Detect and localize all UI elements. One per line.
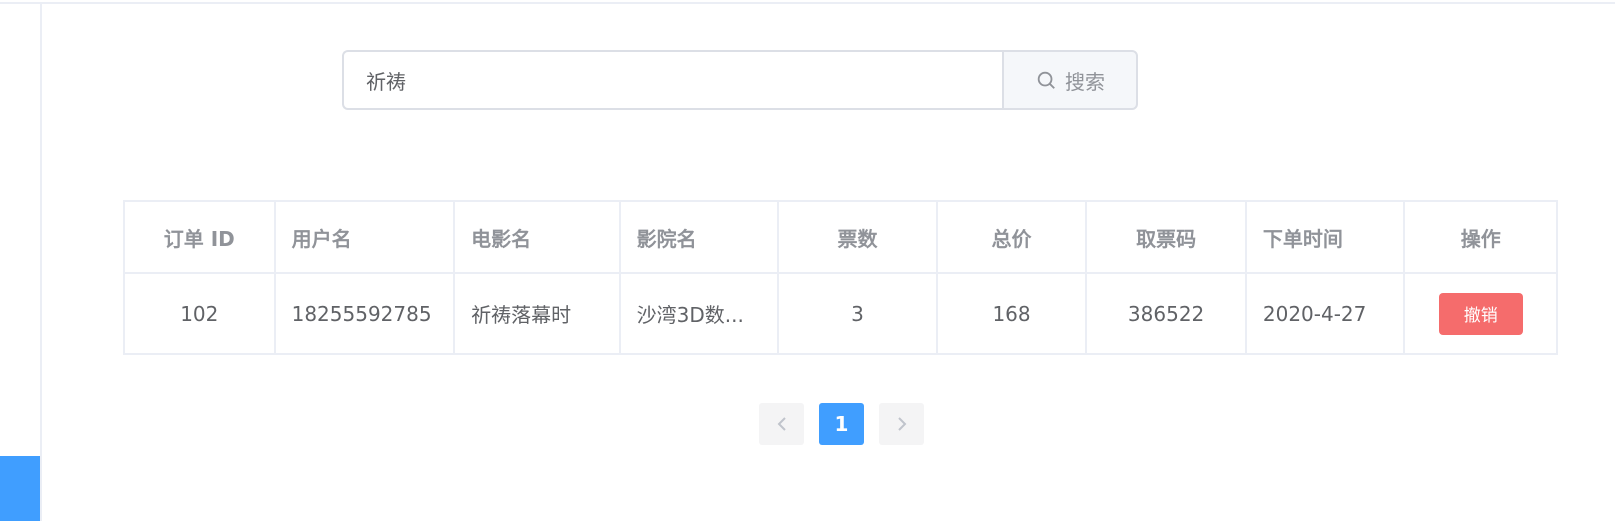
chevron-right-icon bbox=[897, 417, 906, 431]
cell-pickup-code: 386522 bbox=[1087, 274, 1247, 353]
pagination: 1 bbox=[759, 403, 924, 445]
cell-action: 撤销 bbox=[1405, 274, 1556, 353]
column-header-pickup-code: 取票码 bbox=[1087, 202, 1247, 272]
cell-tickets: 3 bbox=[779, 274, 938, 353]
search-bar: 搜索 bbox=[342, 50, 1138, 110]
next-page-button[interactable] bbox=[879, 403, 924, 445]
table-row: 102 18255592785 祈祷落幕时 沙湾3D数... 3 168 386… bbox=[125, 274, 1556, 353]
column-header-order-time: 下单时间 bbox=[1247, 202, 1406, 272]
sidebar-active-indicator[interactable] bbox=[0, 456, 40, 521]
table-header-row: 订单 ID 用户名 电影名 影院名 票数 总价 取票码 下单时间 操作 bbox=[125, 202, 1556, 274]
prev-page-button[interactable] bbox=[759, 403, 804, 445]
page-button-1[interactable]: 1 bbox=[819, 403, 864, 445]
column-header-order-id: 订单 ID bbox=[125, 202, 276, 272]
search-icon bbox=[1037, 71, 1055, 89]
search-button[interactable]: 搜索 bbox=[1002, 50, 1138, 110]
column-header-tickets: 票数 bbox=[779, 202, 938, 272]
sidebar bbox=[0, 4, 42, 521]
cell-order-id: 102 bbox=[125, 274, 276, 353]
cell-movie: 祈祷落幕时 bbox=[455, 274, 621, 353]
cell-order-time: 2020-4-27 bbox=[1247, 274, 1406, 353]
cell-total: 168 bbox=[938, 274, 1088, 353]
column-header-cinema: 影院名 bbox=[621, 202, 780, 272]
orders-table: 订单 ID 用户名 电影名 影院名 票数 总价 取票码 下单时间 操作 102 … bbox=[123, 200, 1558, 355]
cancel-order-button[interactable]: 撤销 bbox=[1438, 292, 1523, 335]
search-button-label: 搜索 bbox=[1065, 69, 1105, 94]
column-header-total: 总价 bbox=[938, 202, 1088, 272]
cell-username: 18255592785 bbox=[276, 274, 456, 353]
top-divider bbox=[0, 0, 1615, 4]
search-input[interactable] bbox=[342, 50, 1002, 110]
column-header-action: 操作 bbox=[1460, 226, 1501, 251]
chevron-left-icon bbox=[777, 417, 786, 431]
column-header-username: 用户名 bbox=[276, 202, 456, 272]
cell-cinema: 沙湾3D数... bbox=[621, 274, 780, 353]
column-header-movie: 电影名 bbox=[455, 202, 621, 272]
